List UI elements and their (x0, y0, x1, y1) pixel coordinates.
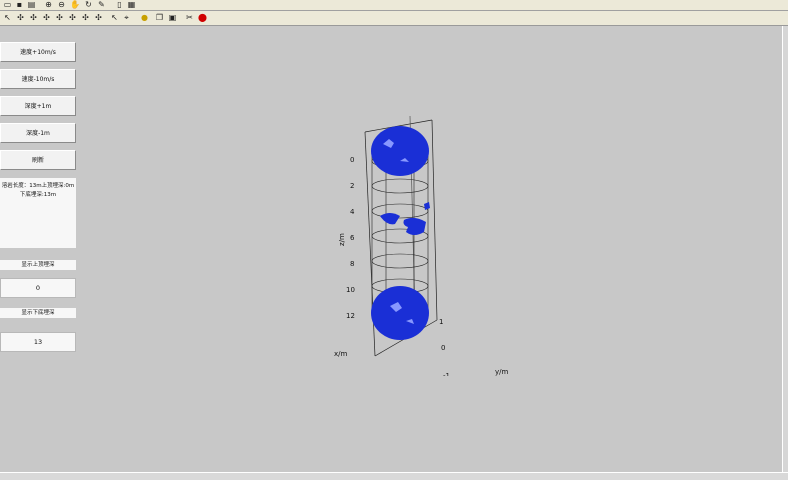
y-tick: -1 (443, 372, 450, 376)
window-icon[interactable]: ▣ (168, 13, 177, 22)
save-icon[interactable]: ▪ (15, 0, 24, 9)
info-line-length: 溶岩长度：13m上顶埋深:0m (1, 183, 75, 189)
z-tick: 4 (350, 208, 355, 216)
grid-icon[interactable]: ▦ (127, 0, 136, 9)
y-tick: 0 (441, 344, 445, 352)
rotate-3d-icon[interactable]: ↻ (84, 0, 93, 9)
y-axis-label: y/m (495, 368, 509, 376)
node-icon[interactable]: ✣ (29, 13, 38, 22)
pan-hand-icon[interactable]: ✋ (70, 0, 80, 9)
top-depth-label: 显示上顶埋深 (0, 260, 76, 270)
cursor-icon[interactable]: ⌖ (122, 13, 131, 22)
main-toolbar: ▭ ▪ ▤ ⊕ ⊖ ✋ ↻ ✎ ▯ ▦ (0, 0, 788, 11)
bottom-sphere (371, 286, 429, 340)
arrow-icon[interactable]: ↖ (110, 13, 119, 22)
refresh-button[interactable]: 刷新 (0, 150, 76, 170)
top-sphere (371, 126, 429, 176)
z-tick: 12 (346, 312, 355, 320)
arrow-icon[interactable]: ↖ (3, 13, 12, 22)
z-tick: 6 (350, 234, 355, 242)
page-icon[interactable]: ▯ (115, 0, 124, 9)
z-axis: 0 2 4 6 8 10 12 z/m (338, 156, 355, 320)
zoom-in-icon[interactable]: ⊕ (44, 0, 53, 9)
figure-area: 速度+10m/s 速度-10m/s 深度+1m 深度-1m 刷新 溶岩长度：13… (0, 26, 782, 472)
plot-edit-toolbar: ↖ ✣ ✣ ✣ ✣ ✣ ✣ ✣ ↖ ⌖ ● ❐ ▣ ✂ ⬤ (0, 11, 788, 26)
scissors-icon[interactable]: ✂ (185, 13, 194, 22)
depth-down-button[interactable]: 深度-1m (0, 123, 76, 143)
info-line-bottom: 下底埋深:13m (19, 192, 57, 198)
speed-down-button[interactable]: 速度-10m/s (0, 69, 76, 89)
z-axis-label: z/m (338, 233, 346, 246)
lightbulb-icon[interactable]: ● (140, 13, 149, 22)
data-cursor-icon[interactable]: ✎ (97, 0, 106, 9)
z-tick: 8 (350, 260, 354, 268)
folder-open-icon[interactable]: ▭ (3, 0, 12, 9)
mid-fragment-1 (380, 213, 400, 225)
node-icon[interactable]: ✣ (68, 13, 77, 22)
y-tick: 1 (439, 318, 443, 326)
node-icon[interactable]: ✣ (42, 13, 51, 22)
bottom-depth-value: 13 (0, 332, 76, 352)
speed-up-button[interactable]: 速度+10m/s (0, 42, 76, 62)
mid-fragment-2 (403, 217, 426, 235)
x-axis-label: x/m (334, 350, 348, 358)
node-icon[interactable]: ✣ (94, 13, 103, 22)
z-tick: 0 (350, 156, 354, 164)
node-icon[interactable]: ✣ (16, 13, 25, 22)
node-icon[interactable]: ✣ (55, 13, 64, 22)
mid-fragment-3 (424, 202, 430, 210)
stop-icon[interactable]: ⬤ (198, 13, 207, 22)
info-panel: 溶岩长度：13m上顶埋深:0m 下底埋深:13m (0, 178, 76, 248)
3d-plot[interactable]: 0 2 4 6 8 10 12 z/m 1 0 -1 y/m x/m (320, 116, 580, 376)
z-tick: 2 (350, 182, 354, 190)
bottom-depth-label: 显示下底埋深 (0, 308, 76, 318)
depth-up-button[interactable]: 深度+1m (0, 96, 76, 116)
window-right-edge (782, 26, 788, 472)
print-icon[interactable]: ▤ (27, 0, 36, 9)
zoom-out-icon[interactable]: ⊖ (57, 0, 66, 9)
y-axis: 1 0 -1 y/m (439, 318, 509, 376)
z-tick: 10 (346, 286, 355, 294)
top-depth-value: 0 (0, 278, 76, 298)
node-icon[interactable]: ✣ (81, 13, 90, 22)
copy-icon[interactable]: ❐ (155, 13, 164, 22)
iso-surfaces (371, 126, 430, 340)
